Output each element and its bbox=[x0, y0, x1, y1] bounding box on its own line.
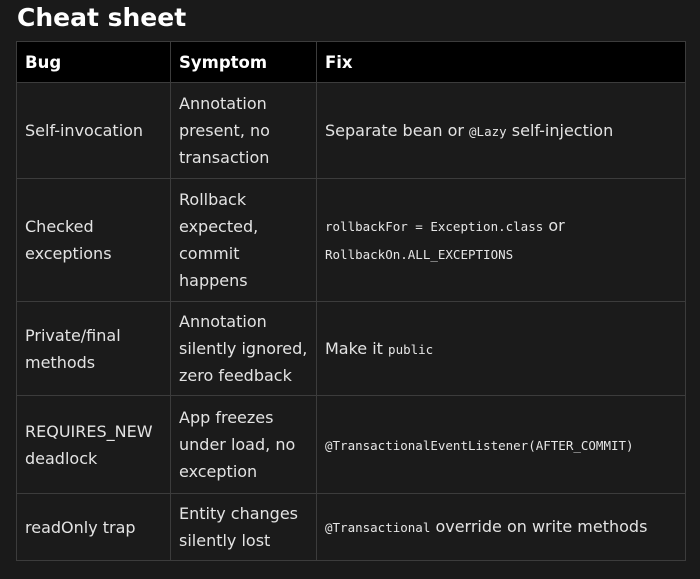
fix-code: public bbox=[388, 341, 434, 357]
fix-code: @TransactionalEventListener(AFTER_COMMIT… bbox=[325, 437, 634, 453]
fix-cell: Make it public bbox=[316, 301, 686, 396]
fix-text: override on write methods bbox=[430, 517, 648, 536]
bug-cell: Private/final methods bbox=[16, 301, 171, 396]
header-symptom: Symptom bbox=[170, 41, 317, 83]
fix-text: or bbox=[543, 216, 565, 235]
symptom-cell: Entity changes silently lost bbox=[170, 493, 317, 561]
bug-cell: readOnly trap bbox=[16, 493, 171, 561]
fix-line: RollbackOn.ALL_EXCEPTIONS bbox=[325, 240, 677, 268]
fix-cell: rollbackFor = Exception.class or Rollback… bbox=[316, 178, 686, 302]
page: Cheat sheet Bug Symptom Fix Self-invocat… bbox=[0, 0, 700, 579]
fix-cell: Separate bean or @Lazy self-injection bbox=[316, 82, 686, 179]
fix-code: RollbackOn.ALL_EXCEPTIONS bbox=[325, 247, 514, 262]
table-row: REQUIRES_NEW deadlock App freezes under … bbox=[16, 395, 686, 494]
bug-cell: Checked exceptions bbox=[16, 178, 171, 302]
header-bug: Bug bbox=[16, 41, 171, 83]
bug-cell: Self-invocation bbox=[16, 82, 171, 179]
fix-text: self-injection bbox=[506, 120, 614, 140]
table-row: readOnly trap Entity changes silently lo… bbox=[16, 493, 686, 561]
fix-cell: @TransactionalEventListener(AFTER_COMMIT… bbox=[316, 395, 686, 494]
symptom-cell: Annotation silently ignored, zero feedba… bbox=[170, 301, 317, 396]
fix-code: @Lazy bbox=[469, 123, 507, 139]
symptom-cell: App freezes under load, no exception bbox=[170, 395, 317, 494]
cheat-sheet-table: Bug Symptom Fix Self-invocation Annotati… bbox=[16, 41, 686, 561]
fix-text: Separate bean or bbox=[325, 120, 470, 140]
fix-cell: @Transactional override on write methods bbox=[316, 493, 686, 561]
table-row: Checked exceptions Rollback expected, co… bbox=[16, 178, 686, 302]
table-row: Self-invocation Annotation present, no t… bbox=[16, 82, 686, 179]
fix-line: rollbackFor = Exception.class or bbox=[325, 212, 677, 240]
header-fix: Fix bbox=[316, 41, 686, 83]
header-row: Bug Symptom Fix bbox=[16, 41, 686, 83]
page-title: Cheat sheet bbox=[17, 3, 187, 32]
table-header: Bug Symptom Fix bbox=[16, 41, 686, 83]
table-row: Private/final methods Annotation silentl… bbox=[16, 301, 686, 396]
fix-code: @Transactional bbox=[325, 520, 431, 535]
table-body: Self-invocation Annotation present, no t… bbox=[16, 82, 686, 561]
fix-text: Make it bbox=[325, 338, 389, 358]
bug-cell: REQUIRES_NEW deadlock bbox=[16, 395, 171, 494]
symptom-cell: Annotation present, no transaction bbox=[170, 82, 317, 179]
fix-code: rollbackFor = Exception.class bbox=[325, 219, 544, 234]
symptom-cell: Rollback expected, commit happens bbox=[170, 178, 317, 302]
